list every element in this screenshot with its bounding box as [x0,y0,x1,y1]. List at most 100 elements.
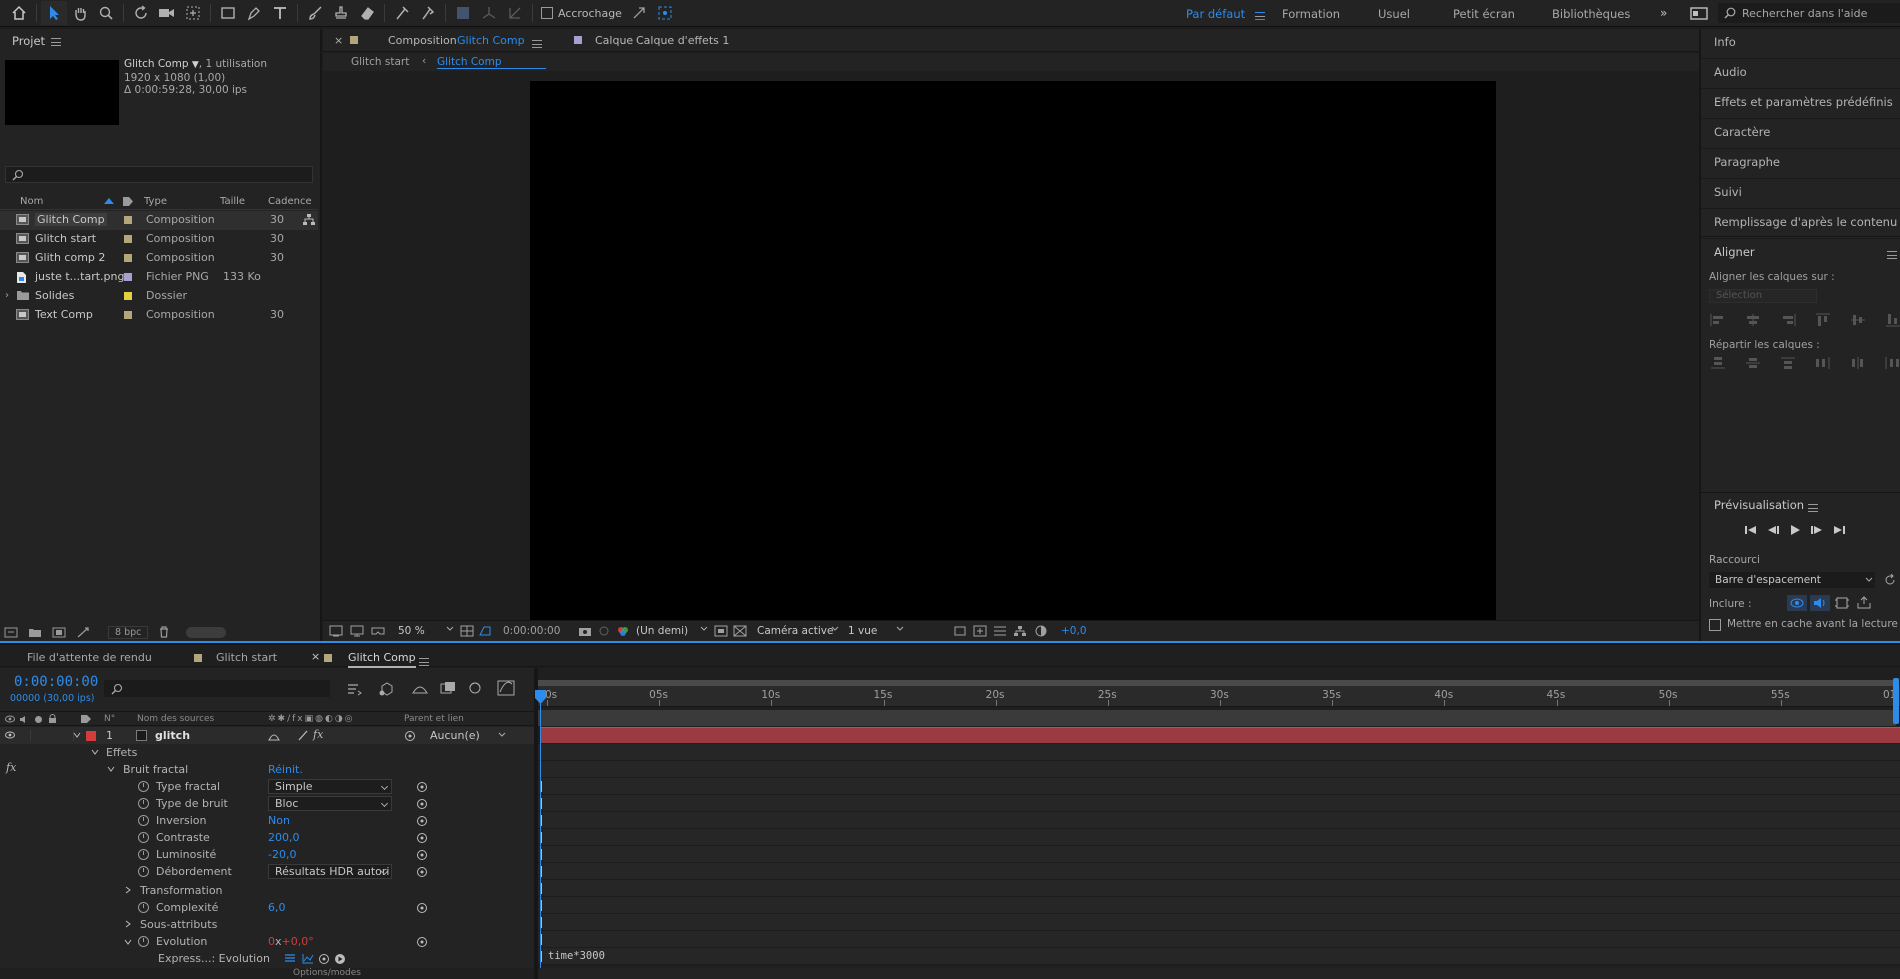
include-overlay-icon[interactable] [1835,596,1849,610]
project-item[interactable]: Glith comp 2 Composition 30 [0,249,318,268]
workspace-menu-icon[interactable] [1255,12,1265,20]
distribute-vcenter-icon[interactable] [1744,356,1762,370]
workspace-libraries[interactable]: Bibliothèques [1552,7,1630,21]
transparency-grid-icon[interactable] [733,625,747,637]
sort-ascending-icon[interactable] [104,198,114,204]
layer-shy-icon[interactable] [268,730,280,741]
viewer-timecode[interactable]: 0:00:00:00 [503,625,560,637]
brush-tool-icon[interactable] [302,1,328,25]
project-item[interactable]: Glitch start Composition 30 [0,230,318,249]
new-folder-icon[interactable] [28,627,42,638]
panel-effects-presets[interactable]: Effets et paramètres prédéfinis [1701,89,1900,119]
solo-switch-icon[interactable] [34,715,43,724]
effect-property[interactable]: Débordement Résultats HDR autori [138,863,534,880]
timeline-toggle-icon[interactable] [993,625,1007,637]
rotate-tool-icon[interactable] [128,1,154,25]
transformation-group[interactable]: Transformation [0,882,534,899]
layer-quality-icon[interactable] [298,730,308,741]
pan-behind-tool-icon[interactable] [180,1,206,25]
align-right-icon[interactable] [1779,313,1797,327]
roto-brush-tool-icon[interactable] [389,1,415,25]
preview-title[interactable]: Prévisualisation [1714,498,1804,512]
snapshot-camera-icon[interactable] [578,625,592,637]
comp-tab-prefix[interactable]: Composition [388,34,457,47]
label-color-swatch[interactable] [124,311,132,319]
comp-tab-name[interactable]: Glitch Comp [457,34,525,47]
close-tab-icon[interactable]: × [311,650,320,663]
exposure-icon[interactable] [1035,625,1047,637]
complexity-property[interactable]: Complexité 6,0 [138,899,534,916]
timeline-search[interactable] [104,680,330,697]
stopwatch-icon[interactable] [138,902,149,913]
help-search-input[interactable]: Rechercher dans l'aide [1742,7,1867,20]
pickwhip-icon[interactable] [404,730,416,742]
distribute-left-icon[interactable] [1814,356,1832,370]
rectangle-tool-icon[interactable] [215,1,241,25]
project-flowchart-toggle[interactable] [186,626,227,638]
layer-fx-icon[interactable]: fx [313,728,323,741]
reset-shortcut-icon[interactable] [1884,574,1896,586]
layer-tab-prefix[interactable]: Calque [595,34,633,47]
pickwhip-icon[interactable] [416,902,428,914]
layer-visibility-icon[interactable] [5,731,15,739]
include-video-icon[interactable] [1787,595,1807,611]
grid-options-icon[interactable] [460,625,474,637]
tab-render-queue[interactable]: File d'attente de rendu [27,651,152,664]
evolution-property[interactable]: Evolution 0x+0,0° [124,933,534,950]
panel-tracker[interactable]: Suivi [1701,179,1900,209]
stopwatch-icon[interactable] [138,815,149,826]
align-hcenter-icon[interactable] [1744,313,1762,327]
breadcrumb-parent[interactable]: Glitch start [351,56,409,68]
align-bottom-icon[interactable] [1884,313,1900,327]
pickwhip-icon[interactable] [416,798,428,810]
effect-name[interactable]: Bruit fractal [123,763,188,776]
puppet-tool-icon[interactable] [415,1,441,25]
effect-row[interactable]: fx Bruit fractal Réinit. [0,761,534,778]
align-on-dropdown[interactable]: Sélection [1709,289,1817,303]
pickwhip-icon[interactable] [416,936,428,948]
align-title[interactable]: Aligner [1714,245,1755,259]
distribute-top-icon[interactable] [1709,356,1727,370]
effect-property[interactable]: Type fractal Simple [138,778,534,795]
stopwatch-icon[interactable] [138,798,149,809]
label-color-swatch[interactable] [124,235,132,243]
preview-menu-icon[interactable] [1808,504,1818,512]
selection-tool-icon[interactable] [41,1,67,25]
play-icon[interactable] [1789,525,1801,535]
pen-tool-icon[interactable] [241,1,267,25]
column-source-name[interactable]: Nom des sources [137,714,214,724]
project-item[interactable]: Glitch Comp Composition 30 [0,211,318,230]
expand-effects-icon[interactable] [91,748,99,756]
property-dropdown[interactable]: Simple [268,779,392,794]
stopwatch-icon[interactable] [138,849,149,860]
frame-blending-icon[interactable] [440,681,456,695]
region-of-interest-icon[interactable] [714,625,728,637]
flowchart-icon[interactable] [303,214,315,226]
monitor-icon[interactable] [350,625,364,637]
stopwatch-icon[interactable] [138,832,149,843]
axis-local-icon[interactable] [450,1,476,25]
eraser-tool-icon[interactable] [354,1,380,25]
property-value[interactable]: Non [268,814,290,827]
workspace-training[interactable]: Formation [1282,7,1340,21]
workspace-small-screen[interactable]: Petit écran [1453,7,1515,21]
project-item[interactable]: juste t...tart.png Fichier PNG 133 Ko [0,268,318,287]
evolution-degrees[interactable]: +0,0° [282,935,314,948]
stopwatch-icon[interactable] [138,936,149,947]
column-name[interactable]: Nom [20,196,43,207]
label-tag-icon[interactable] [122,196,134,207]
snapping-checkbox[interactable]: Accrochage [537,1,626,25]
audio-switch-icon[interactable] [19,715,29,724]
align-vcenter-icon[interactable] [1849,313,1867,327]
shy-layers-icon[interactable] [411,681,429,695]
project-item[interactable]: › Solides Dossier [0,287,318,306]
label-color-swatch[interactable] [124,273,132,281]
exposure-value[interactable]: +0,0 [1061,625,1087,637]
timeline-timecode[interactable]: 0:00:00:00 [14,674,98,690]
workspace-default[interactable]: Par défaut [1186,7,1245,21]
home-icon[interactable] [6,1,32,25]
workspace-usual[interactable]: Usuel [1378,7,1410,21]
vr-icon[interactable] [371,625,385,637]
layer-name[interactable]: glitch [155,729,190,742]
stopwatch-icon[interactable] [138,866,149,877]
